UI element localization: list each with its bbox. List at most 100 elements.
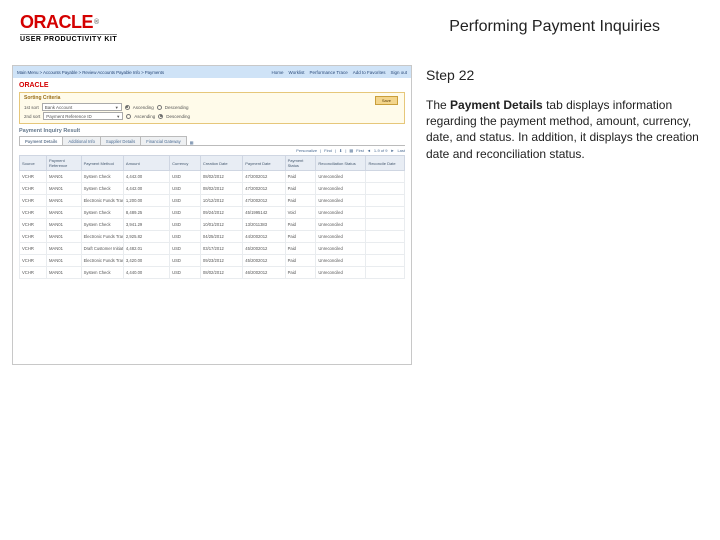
oracle-logo-tm: ® — [94, 19, 99, 26]
table-cell: System Check — [81, 219, 123, 231]
radio-desc-1[interactable] — [157, 105, 162, 110]
save-button[interactable]: Save — [375, 96, 398, 105]
grid-icon[interactable]: ▦ — [349, 148, 353, 153]
col-header: Source — [20, 156, 47, 171]
sort-select-2[interactable]: Payment Reference ID▼ — [43, 112, 123, 120]
table-controls: Personalize | Find | ⬇ | ▦ First ◄ 1-9 o… — [19, 148, 405, 153]
toplink-signout[interactable]: Sign out — [390, 70, 407, 75]
asc-label-1: Ascending — [133, 105, 154, 110]
sorting-criteria-box: Sorting Criteria Save 1st sort Bank Acco… — [19, 92, 405, 124]
table-cell: 09/23/2012 — [200, 255, 242, 267]
radio-asc-2[interactable] — [126, 114, 131, 119]
table-cell: Unreconciled — [316, 267, 366, 279]
toplink-fav[interactable]: Add to Favorites — [353, 70, 386, 75]
table-row[interactable]: VCHRMAN01Electronic Funds Transfer2,925.… — [20, 231, 405, 243]
table-cell: 09/24/2012 — [200, 207, 242, 219]
radio-asc-1[interactable] — [125, 105, 130, 110]
table-row[interactable]: VCHRMAN01System Check4,442.00USD08/02/20… — [20, 171, 405, 183]
table-cell: Paid — [285, 219, 316, 231]
table-cell: VCHR — [20, 183, 47, 195]
table-cell — [366, 183, 405, 195]
tab-supplier-details[interactable]: Supplier Details — [100, 136, 141, 145]
table-cell — [366, 231, 405, 243]
table-cell: Paid — [285, 195, 316, 207]
instruction-panel: Step 22 The Payment Details tab displays… — [426, 65, 700, 365]
table-cell: 08/02/2012 — [200, 267, 242, 279]
section-heading: Payment Inquiry Result — [19, 128, 405, 134]
table-cell: 4,482.01 — [123, 243, 169, 255]
table-cell: System Check — [81, 183, 123, 195]
table-cell: MAN01 — [46, 267, 81, 279]
step-label: Step 22 — [426, 67, 700, 83]
oracle-logo-text: ORACLE — [20, 12, 93, 33]
table-cell: System Check — [81, 171, 123, 183]
tab-additional-info[interactable]: Additional Info — [62, 136, 101, 145]
screenshot-panel: Main Menu > Accounts Payable > Review Ac… — [12, 65, 412, 365]
table-cell — [366, 267, 405, 279]
find-link[interactable]: Find — [324, 148, 332, 153]
table-cell: VCHR — [20, 243, 47, 255]
chevron-down-icon: ▼ — [116, 114, 120, 119]
table-row[interactable]: VCHRMAN01System Check4,440.00USD08/02/20… — [20, 267, 405, 279]
table-cell: USD — [170, 231, 201, 243]
table-cell: VCHR — [20, 231, 47, 243]
tab-extra-icon[interactable]: ▦ — [190, 140, 194, 145]
table-cell: Draft Customer Initiated — [81, 243, 123, 255]
radio-desc-2[interactable] — [158, 114, 163, 119]
table-cell: Paid — [285, 267, 316, 279]
chevron-down-icon: ▼ — [115, 105, 119, 110]
table-row[interactable]: VCHRMAN01System Check4,442.00USD08/02/20… — [20, 183, 405, 195]
sort-title: Sorting Criteria — [24, 95, 400, 101]
asc-label-2: Ascending — [134, 114, 155, 119]
table-cell — [366, 243, 405, 255]
table-cell: 10/01/2012 — [200, 219, 242, 231]
table-cell: USD — [170, 255, 201, 267]
table-cell: USD — [170, 267, 201, 279]
tab-financial-gateway[interactable]: Financial Gateway — [140, 136, 186, 145]
sort-row-2: 2nd sort Payment Reference ID▼ Ascending… — [24, 112, 400, 120]
table-cell: 8,489.25 — [123, 207, 169, 219]
col-header: Reconcile Date — [366, 156, 405, 171]
table-cell: VCHR — [20, 171, 47, 183]
table-row[interactable]: VCHRMAN01Draft Customer Initiated4,482.0… — [20, 243, 405, 255]
table-cell: MAN01 — [46, 243, 81, 255]
tab-payment-details[interactable]: Payment Details — [19, 136, 63, 145]
table-cell: VCHR — [20, 195, 47, 207]
toplink-trace[interactable]: Performance Trace — [309, 70, 347, 75]
toplink-worklist[interactable]: Worklist — [289, 70, 305, 75]
table-cell: MAN01 — [46, 207, 81, 219]
table-cell: MAN01 — [46, 255, 81, 267]
table-cell: USD — [170, 219, 201, 231]
table-cell: 45/1995142 — [243, 207, 285, 219]
table-cell: 3,941.29 — [123, 219, 169, 231]
sort-select-1[interactable]: Bank Account▼ — [42, 103, 122, 111]
table-cell — [366, 195, 405, 207]
table-cell: Paid — [285, 231, 316, 243]
first-link[interactable]: First — [356, 148, 364, 153]
table-cell: Paid — [285, 255, 316, 267]
table-cell: MAN01 — [46, 231, 81, 243]
col-header: Payment Method — [81, 156, 123, 171]
toplink-home[interactable]: Home — [272, 70, 284, 75]
table-cell: 4,440.00 — [123, 267, 169, 279]
table-cell — [366, 207, 405, 219]
sort-1st-label: 1st sort — [24, 105, 39, 110]
desc-label-2: Descending — [166, 114, 190, 119]
table-row[interactable]: VCHRMAN01Electronic Funds Transfer1,200.… — [20, 195, 405, 207]
table-row[interactable]: VCHRMAN01Electronic Funds Transfer3,420.… — [20, 255, 405, 267]
payments-table: SourcePayment ReferencePayment MethodAmo… — [19, 155, 405, 279]
personalize-link[interactable]: Personalize — [296, 148, 317, 153]
table-cell: 45/2002012 — [243, 255, 285, 267]
table-row[interactable]: VCHRMAN01System Check8,489.25USD09/24/20… — [20, 207, 405, 219]
table-cell: Unreconciled — [316, 255, 366, 267]
last-link[interactable]: Last — [397, 148, 405, 153]
table-cell: VCHR — [20, 255, 47, 267]
table-cell: Paid — [285, 243, 316, 255]
table-cell: 13/2011383 — [243, 219, 285, 231]
table-cell: Unreconciled — [316, 231, 366, 243]
download-icon[interactable]: ⬇ — [339, 148, 342, 153]
table-row[interactable]: VCHRMAN01System Check3,941.29USD10/01/20… — [20, 219, 405, 231]
upk-label: USER PRODUCTIVITY KIT — [20, 34, 117, 43]
table-cell: Paid — [285, 183, 316, 195]
table-cell: USD — [170, 183, 201, 195]
